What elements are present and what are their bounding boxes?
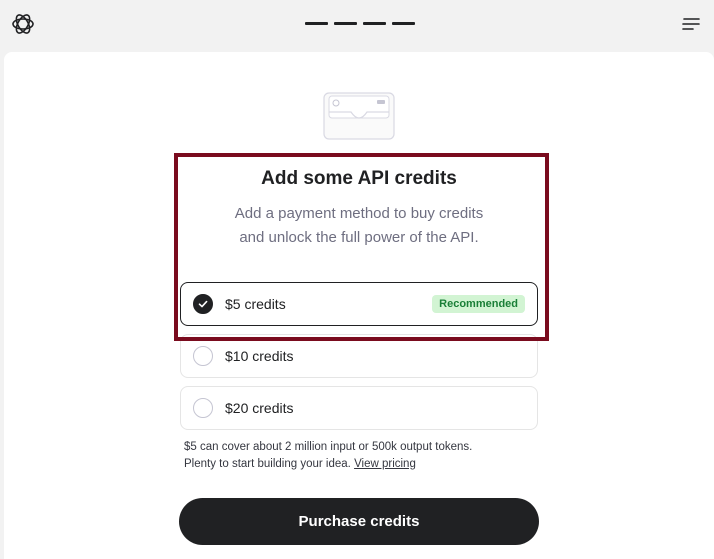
credit-option-5[interactable]: $5 credits Recommended [180,282,538,326]
progress-step [334,22,357,25]
credit-option-20[interactable]: $20 credits [180,386,538,430]
credit-option-10[interactable]: $10 credits [180,334,538,378]
page-subtitle: Add a payment method to buy credits and … [200,202,518,250]
credit-option-label: $20 credits [225,400,294,416]
radio-unchecked-icon[interactable] [193,398,213,418]
progress-step [392,22,415,25]
subtitle-line: and unlock the full power of the API. [239,229,479,246]
progress-step [305,22,328,25]
view-pricing-link[interactable]: View pricing [354,458,416,470]
note-text: Plenty to start building your idea. [184,458,351,470]
credit-option-label: $10 credits [225,348,294,364]
purchase-credits-button[interactable]: Purchase credits [179,498,539,545]
note-line: $5 can cover about 2 million input or 50… [184,441,473,453]
wallet-card-icon [323,92,395,140]
progress-step [363,22,386,25]
note-line: Plenty to start building your idea. View… [184,456,524,473]
openai-logo-icon[interactable] [10,11,36,37]
recommended-badge: Recommended [432,295,525,313]
credit-option-label: $5 credits [225,296,286,312]
pricing-note: $5 can cover about 2 million input or 50… [184,439,524,473]
checkmark-icon[interactable] [193,294,213,314]
step-progress-indicator [305,22,415,26]
top-bar [0,0,714,50]
menu-icon[interactable] [681,16,701,32]
subtitle-line: Add a payment method to buy credits [234,205,484,222]
page-title: Add some API credits [261,168,457,189]
radio-unchecked-icon[interactable] [193,346,213,366]
